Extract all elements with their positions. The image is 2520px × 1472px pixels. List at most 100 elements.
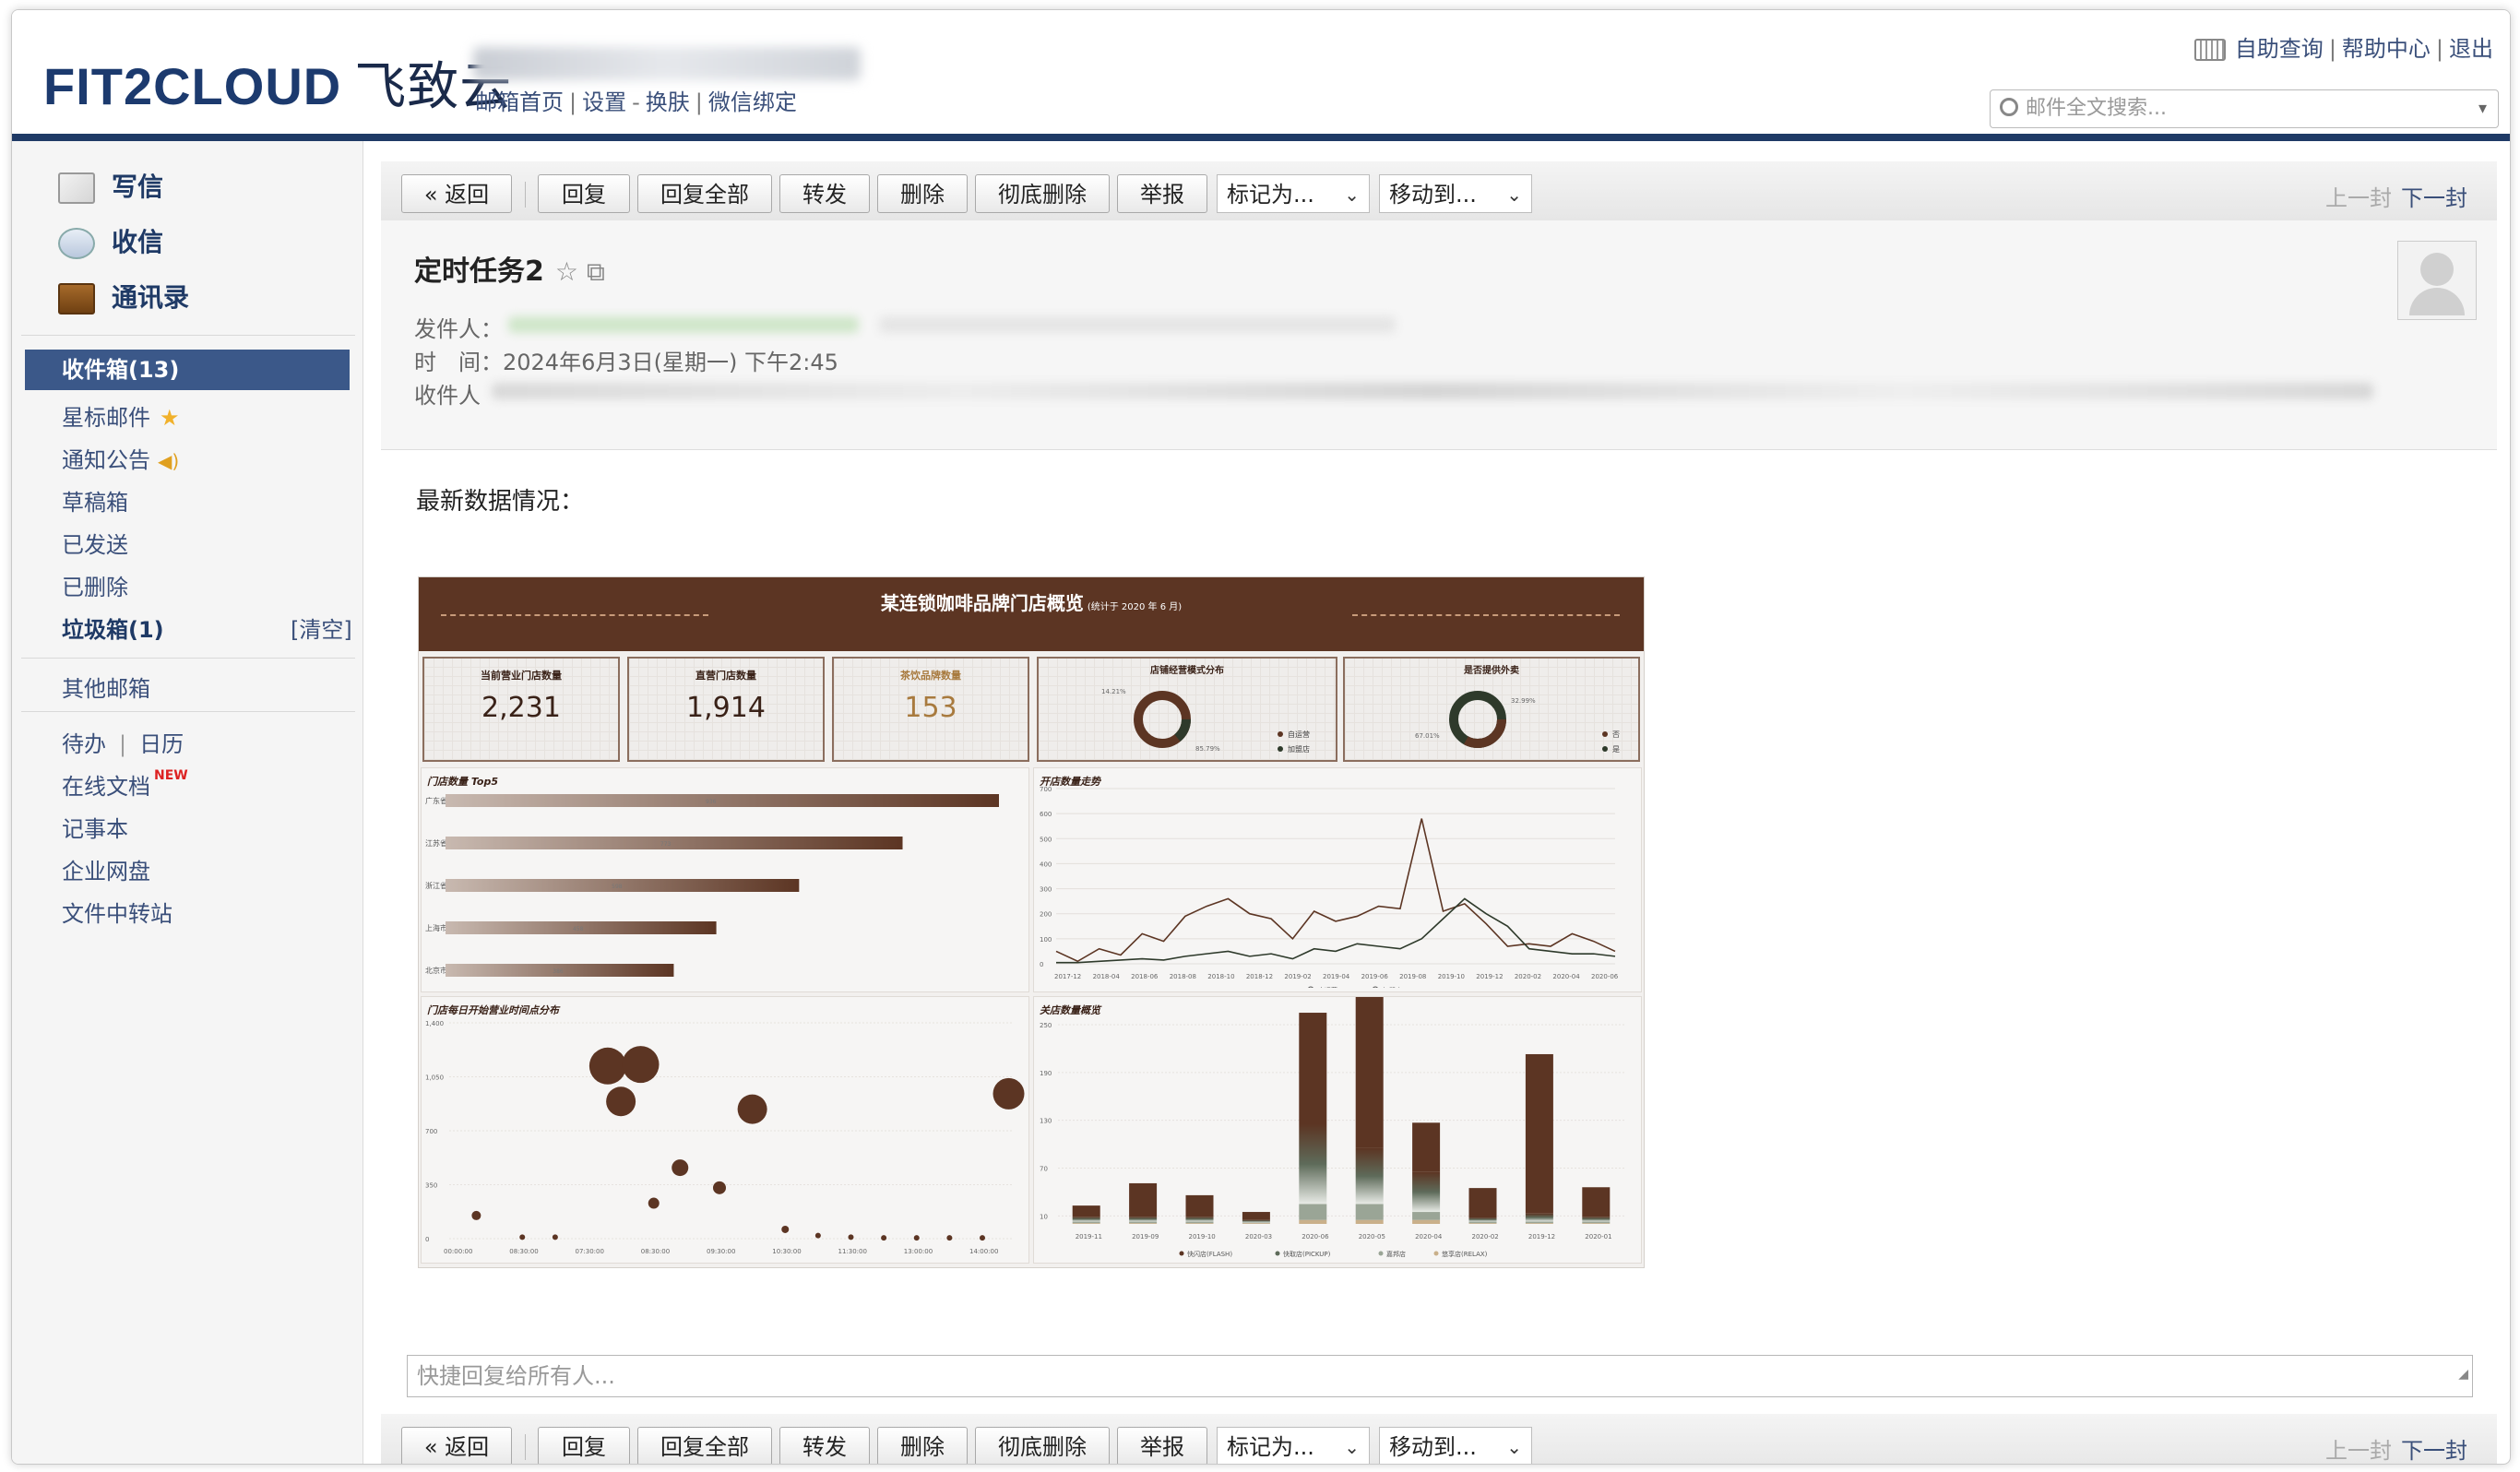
quick-reply-input[interactable]: 快捷回复给所有人... ◢ [407,1355,2473,1397]
donut-label: 14.21% [1101,688,1126,695]
sidebar-item-other-mailbox[interactable]: 其他邮箱 [62,671,150,703]
reply-button[interactable]: 回复 [538,174,630,213]
sidebar-item-deleted[interactable]: 已删除 [62,569,128,601]
bar-value-label: 458 [573,926,584,932]
sidebar-item-notes[interactable]: 记事本 [62,811,128,843]
nav-wechat-link[interactable]: 微信绑定 [708,89,797,115]
report-button[interactable]: 举报 [1117,1427,1207,1464]
chart-panel-closures: 关店数量概览 10 70 130 190 250 2019-11 2019-09 2019-1… [1033,996,1642,1264]
divider [21,335,355,336]
search-icon [2000,98,2018,116]
reply-all-button[interactable]: 回复全部 [637,1427,772,1464]
legend-marker [1373,986,1378,988]
compose-button[interactable]: 写信 [58,167,163,204]
decorative-dash-left [441,614,708,616]
delete-permanently-button[interactable]: 彻底删除 [975,1427,1110,1464]
stacked-bar-segment [1185,1194,1214,1217]
y-tick-label: 400 [1040,861,1052,868]
bar-category-label: 浙江省 [425,881,447,890]
stacked-bar-segment [1468,1217,1497,1222]
star-outline-icon[interactable]: ☆ [555,256,578,287]
receive-button[interactable]: 收信 [58,222,163,259]
todo-link[interactable]: 待办 [62,731,106,757]
mark-as-label: 标记为... [1227,1434,1314,1460]
prev-mail-link[interactable]: 上一封 [2325,185,2392,211]
scatter-point [471,1210,481,1220]
spam-clear-link[interactable]: [清空] [291,611,352,644]
move-to-select[interactable]: 移动到... ⌄ [1379,1427,1532,1464]
scatter-point [848,1234,854,1241]
next-mail-link[interactable]: 下一封 [2401,1438,2467,1464]
forward-button[interactable]: 转发 [779,1427,870,1464]
scatter-point [622,1046,660,1084]
to-label: 收件人 [414,383,481,409]
reply-button[interactable]: 回复 [538,1427,630,1464]
scatter-point [946,1235,953,1241]
keyboard-icon[interactable] [2193,39,2226,61]
logo[interactable]: FIT2CLOUD 飞致云 [43,45,512,120]
new-window-icon[interactable]: ⧉ [587,256,605,287]
chevron-down-icon[interactable]: ▾ [2478,90,2487,127]
y-tick-label: 200 [1040,911,1052,919]
stacked-bar-segment [1185,1221,1214,1224]
prev-mail-link[interactable]: 上一封 [2325,1438,2392,1464]
delete-permanently-button[interactable]: 彻底删除 [975,174,1110,213]
resize-grip-icon[interactable]: ◢ [2458,1354,2468,1395]
kpi-value: 1,914 [686,692,766,724]
delete-button[interactable]: 删除 [877,174,968,213]
x-tick-label: 2019-08 [1399,973,1426,980]
legend-label: 是 [1612,745,1620,754]
back-button[interactable]: « 返回 [401,174,512,213]
kpi-label: 当前营业门店数量 [481,670,562,682]
avatar [2397,241,2477,320]
x-tick-label: 00:00:00 [444,1248,472,1255]
self-service-link[interactable]: 自助查询 [2235,36,2324,62]
bar-chart: 广东省 936 江苏省 773 浙江省 598 上海市 458 北京市 386 [425,794,999,977]
report-button[interactable]: 举报 [1117,174,1207,213]
x-tick-label: 2019-09 [1132,1233,1159,1241]
sidebar-item-notices[interactable]: 通知公告 ◀) [62,442,179,474]
nav-settings-link[interactable]: 设置 [582,89,626,115]
forward-button[interactable]: 转发 [779,174,870,213]
sidebar-item-drafts[interactable]: 草稿箱 [62,484,128,516]
x-tick-label: 2018-12 [1246,973,1273,980]
stacked-bar-segment [1129,1182,1158,1217]
legend-label: 快闪店(FLASH) [1187,1250,1232,1258]
stacked-bar-segment [1355,997,1384,1148]
x-tick-label: 2019-12 [1528,1233,1555,1241]
stacked-bar-segment [1185,1223,1214,1224]
pencil-icon [58,172,95,204]
calendar-link[interactable]: 日历 [139,731,184,757]
chevron-down-icon: ⌄ [1506,184,1522,206]
stacked-bar-segment [1468,1221,1497,1224]
sidebar-item-docs[interactable]: 在线文档 NEW [62,768,188,801]
help-center-link[interactable]: 帮助中心 [2342,36,2431,62]
sidebar-item-sent[interactable]: 已发送 [62,527,128,559]
move-to-select[interactable]: 移动到... ⌄ [1379,174,1532,213]
x-tick-label: 2019-10 [1438,973,1465,980]
nav-home-link[interactable]: 邮箱首页 [475,89,564,115]
mark-as-select[interactable]: 标记为... ⌄ [1217,174,1370,213]
back-button[interactable]: « 返回 [401,1427,512,1464]
nav-skin-link[interactable]: 换肤 [646,89,690,115]
search-input[interactable]: 邮件全文搜索... ▾ [1990,89,2499,128]
sidebar-item-transfer[interactable]: 文件中转站 [62,896,172,928]
sidebar-item-netdisk[interactable]: 企业网盘 [62,853,150,885]
reply-all-button[interactable]: 回复全部 [637,174,772,213]
stacked-bar-segment [1299,1204,1327,1220]
delete-button[interactable]: 删除 [877,1427,968,1464]
legend-dot [1602,746,1608,752]
kpi-label: 直营门店数量 [695,670,756,682]
mark-as-select[interactable]: 标记为... ⌄ [1217,1427,1370,1464]
contacts-button[interactable]: 通讯录 [58,278,189,315]
stacked-bar-segment [1525,1223,1553,1224]
sidebar-item-inbox[interactable]: 收件箱(13) [25,350,350,390]
sidebar-item-spam[interactable]: 垃圾箱(1) [62,611,164,644]
header-nav: 邮箱首页 | 设置 - 换肤 | 微信绑定 [475,89,797,115]
logout-link[interactable]: 退出 [2449,36,2493,62]
sidebar-item-starred[interactable]: 星标邮件 ★ [62,399,180,432]
bar-value-label: 936 [706,799,717,805]
bar [446,837,903,849]
x-tick-label: 13:00:00 [904,1248,933,1255]
next-mail-link[interactable]: 下一封 [2401,185,2467,211]
